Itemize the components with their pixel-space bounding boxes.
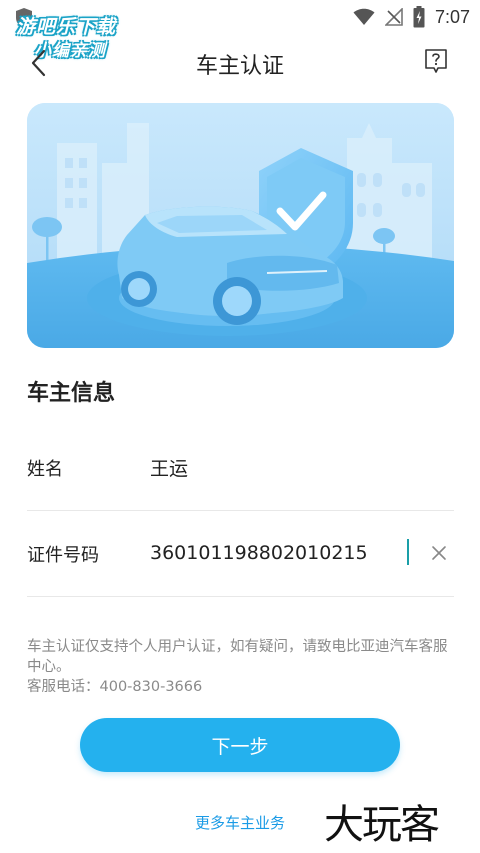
- id-number-input[interactable]: [150, 538, 390, 568]
- corner-logo: 大玩客: [324, 802, 440, 848]
- header: 车主认证: [0, 38, 480, 88]
- status-time: 7:07: [434, 6, 470, 27]
- car-illustration: [27, 103, 454, 348]
- page-title: 车主认证: [195, 54, 284, 79]
- clear-icon[interactable]: [430, 544, 448, 562]
- name-value: 王运: [150, 458, 189, 480]
- id-row: 证件号码: [27, 511, 454, 597]
- battery-icon: [413, 6, 425, 28]
- id-label: 证件号码: [27, 545, 99, 566]
- signal-off-icon: [384, 8, 403, 26]
- next-button[interactable]: 下一步: [80, 718, 400, 772]
- notice-line1: 车主认证仅支持个人用户认证，如有疑问，请致电比亚迪汽车客服中心。: [27, 639, 448, 675]
- notice-text: 车主认证仅支持个人用户认证，如有疑问，请致电比亚迪汽车客服中心。 客服电话：40…: [27, 637, 457, 697]
- name-label: 姓名: [27, 459, 63, 480]
- status-icons: 7:07: [353, 5, 470, 29]
- wifi-icon: [353, 8, 375, 25]
- notice-line2: 客服电话：400-830-3666: [27, 679, 203, 695]
- watermark-line1: 游吧乐下载: [16, 16, 117, 38]
- text-caret: [407, 539, 409, 565]
- question-box-icon[interactable]: [424, 48, 448, 74]
- section-title: 车主信息: [27, 381, 116, 406]
- car-auth-banner: [27, 103, 454, 348]
- name-row: 姓名 王运: [27, 425, 454, 511]
